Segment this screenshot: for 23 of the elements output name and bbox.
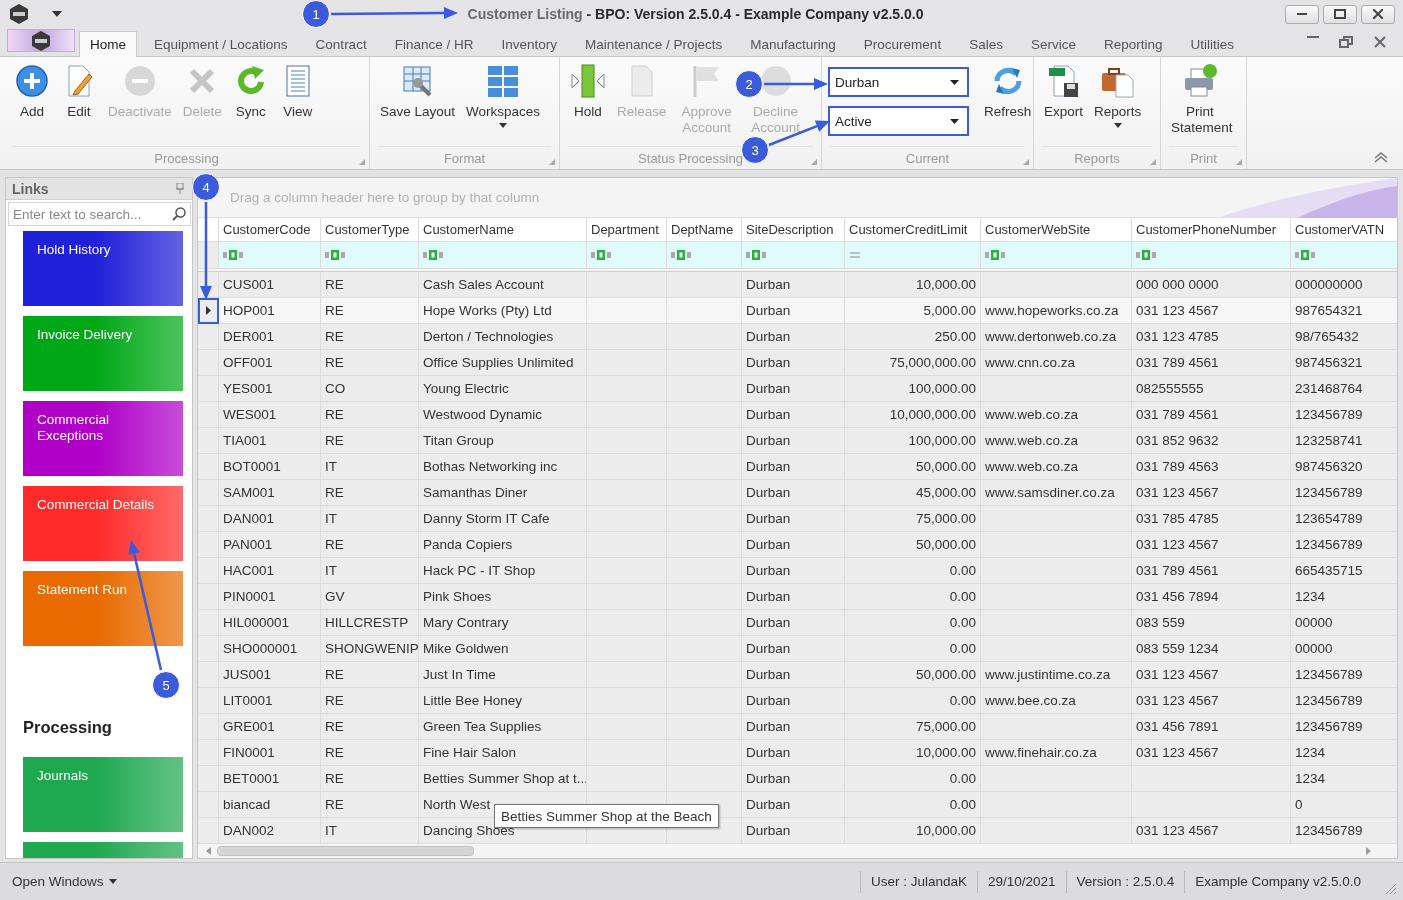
status-text: 29/10/2021 (977, 870, 1066, 893)
ribbon-group-label: Reports (1074, 150, 1120, 166)
ribbon-group-label: Print (1190, 150, 1217, 166)
table-cell: IT (321, 818, 419, 844)
ribbon-group-label: Format (443, 150, 486, 166)
ribbon-group-label: Processing (154, 150, 219, 166)
window-title: Customer Listing (467, 6, 583, 22)
callout-number: 4 (192, 173, 220, 201)
table-cell: 10,000.00 (845, 818, 981, 844)
ribbon-group-label: Status Processing (638, 150, 743, 166)
tooltip: Betties Summer Shop at the Beach (494, 804, 719, 828)
window-subtitle: - BPO: Version 2.5.0.4 - Example Company v2.5.0.0 (586, 6, 924, 22)
ribbon-group-label: Current (905, 150, 950, 166)
group-by-hint: Drag a column header here to group by that column (230, 190, 540, 205)
table-cell: DAN002 (219, 818, 321, 844)
table-cell: 123456789 (1291, 818, 1397, 844)
table-cell: 031 123 4567 (1132, 818, 1291, 844)
status-text: User : JulandaK (859, 870, 977, 893)
table-cell: Durban (742, 818, 845, 844)
status-text: Version : 2.5.0.4 (1065, 870, 1185, 893)
panel-title: Links (12, 180, 49, 197)
section-heading: Processing (23, 718, 113, 737)
status-text: Example Company v2.5.0.0 (1184, 870, 1371, 893)
